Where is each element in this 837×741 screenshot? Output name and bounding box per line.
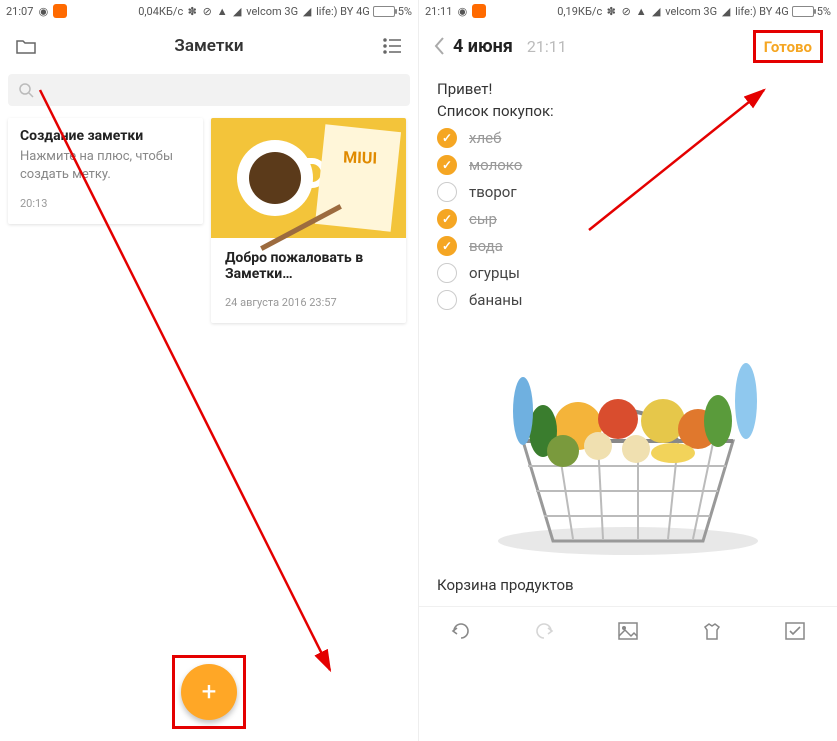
checklist-label: бананы bbox=[469, 291, 523, 309]
checklist-item[interactable]: хлеб bbox=[437, 128, 819, 148]
theme-button[interactable] bbox=[699, 618, 725, 644]
highlight-box: + bbox=[172, 655, 246, 729]
checkbox[interactable] bbox=[437, 236, 457, 256]
card-title: Добро пожаловать в Заметки… bbox=[225, 250, 392, 282]
search-icon bbox=[18, 82, 34, 98]
plus-icon: + bbox=[202, 677, 217, 707]
status-bar: 21:11 ◉ 0,19КБ/с ✽ ⊘ ▲ ◢ velcom 3G ◢ lif… bbox=[419, 0, 837, 22]
app-indicator-icon bbox=[53, 4, 67, 18]
note-image[interactable] bbox=[437, 336, 819, 566]
editor-toolbar bbox=[419, 606, 837, 654]
carrier1: velcom 3G bbox=[665, 5, 717, 18]
bluetooth-icon: ✽ bbox=[605, 5, 617, 17]
chevron-left-icon bbox=[433, 36, 445, 56]
signal-icon: ◢ bbox=[650, 5, 662, 17]
add-note-button[interactable]: + bbox=[181, 664, 237, 720]
alarm-off-icon: ⊘ bbox=[620, 5, 632, 17]
card-subtitle: Нажмите на плюс, чтобы создать метку. bbox=[20, 148, 191, 183]
note-time: 21:11 bbox=[527, 37, 567, 56]
battery-pct: 5% bbox=[398, 5, 412, 18]
folder-icon[interactable] bbox=[12, 32, 40, 60]
signal2-icon: ◢ bbox=[720, 5, 732, 17]
note-header: 4 июня 21:11 Готово bbox=[419, 22, 837, 70]
card-thumbnail bbox=[211, 118, 406, 238]
signal-icon: ◢ bbox=[231, 5, 243, 17]
redo-button[interactable] bbox=[531, 618, 557, 644]
note-card[interactable]: Добро пожаловать в Заметки… 24 августа 2… bbox=[211, 118, 406, 323]
battery-pct: 5% bbox=[817, 5, 831, 18]
checklist-label: огурцы bbox=[469, 264, 520, 282]
note-edit-screen: 21:11 ◉ 0,19КБ/с ✽ ⊘ ▲ ◢ velcom 3G ◢ lif… bbox=[418, 0, 837, 741]
checkbox[interactable] bbox=[437, 182, 457, 202]
cards-grid: Создание заметки Нажмите на плюс, чтобы … bbox=[0, 110, 418, 331]
checkbox[interactable] bbox=[437, 155, 457, 175]
checklist-button[interactable] bbox=[782, 618, 808, 644]
alarm-off-icon: ⊘ bbox=[201, 5, 213, 17]
page-title: Заметки bbox=[52, 36, 366, 56]
checklist-item[interactable]: творог bbox=[437, 182, 819, 202]
status-speed: 0,19КБ/с bbox=[557, 5, 602, 18]
search-input[interactable] bbox=[8, 74, 410, 106]
insert-image-button[interactable] bbox=[615, 618, 641, 644]
greeting-text: Привет! bbox=[437, 80, 819, 98]
note-date: 4 июня bbox=[453, 36, 513, 57]
checklist-label: молоко bbox=[469, 156, 522, 174]
view-mode-icon[interactable] bbox=[378, 32, 406, 60]
checklist-item[interactable]: молоко bbox=[437, 155, 819, 175]
checklist-label: хлеб bbox=[469, 129, 501, 147]
list-title: Список покупок: bbox=[437, 102, 819, 120]
checklist-item[interactable]: бананы bbox=[437, 290, 819, 310]
status-time: 21:11 bbox=[425, 5, 452, 18]
checkbox[interactable] bbox=[437, 290, 457, 310]
checkbox[interactable] bbox=[437, 128, 457, 148]
checklist: хлеб молоко творог сыр вода огурцы бананы bbox=[437, 128, 819, 310]
checklist-item[interactable]: вода bbox=[437, 236, 819, 256]
carrier2: life:) BY 4G bbox=[735, 5, 789, 18]
groceries-basket-illustration bbox=[468, 341, 788, 561]
header: Заметки bbox=[0, 22, 418, 70]
carrier1: velcom 3G bbox=[246, 5, 298, 18]
card-timestamp: 24 августа 2016 23:57 bbox=[225, 296, 392, 309]
note-content[interactable]: Привет! Список покупок: хлеб молоко творог… bbox=[419, 70, 837, 606]
battery-icon bbox=[373, 6, 395, 17]
status-bar: 21:07 ◉ 0,04КБ/с ✽ ⊘ ▲ ◢ velcom 3G ◢ lif… bbox=[0, 0, 418, 22]
checkbox[interactable] bbox=[437, 209, 457, 229]
image-caption: Корзина продуктов bbox=[437, 576, 819, 594]
back-button[interactable] bbox=[433, 36, 445, 56]
note-card[interactable]: Создание заметки Нажмите на плюс, чтобы … bbox=[8, 118, 203, 224]
battery-icon bbox=[792, 6, 814, 17]
checklist-item[interactable]: огурцы bbox=[437, 263, 819, 283]
checklist-item[interactable]: сыр bbox=[437, 209, 819, 229]
sync-icon: ◉ bbox=[456, 5, 468, 17]
card-title: Создание заметки bbox=[20, 128, 191, 144]
highlight-box: Готово bbox=[753, 30, 823, 63]
done-button[interactable]: Готово bbox=[764, 38, 812, 56]
app-indicator-icon bbox=[472, 4, 486, 18]
checklist-label: вода bbox=[469, 237, 503, 255]
wifi-icon: ▲ bbox=[635, 5, 647, 17]
status-time: 21:07 bbox=[6, 5, 33, 18]
sync-icon: ◉ bbox=[37, 5, 49, 17]
checkbox[interactable] bbox=[437, 263, 457, 283]
checklist-label: творог bbox=[469, 183, 517, 201]
carrier2: life:) BY 4G bbox=[316, 5, 370, 18]
checklist-label: сыр bbox=[469, 210, 497, 228]
notes-list-screen: 21:07 ◉ 0,04КБ/с ✽ ⊘ ▲ ◢ velcom 3G ◢ lif… bbox=[0, 0, 418, 741]
undo-button[interactable] bbox=[448, 618, 474, 644]
wifi-icon: ▲ bbox=[216, 5, 228, 17]
bluetooth-icon: ✽ bbox=[186, 5, 198, 17]
signal2-icon: ◢ bbox=[301, 5, 313, 17]
card-timestamp: 20:13 bbox=[20, 197, 191, 210]
status-speed: 0,04КБ/с bbox=[138, 5, 183, 18]
